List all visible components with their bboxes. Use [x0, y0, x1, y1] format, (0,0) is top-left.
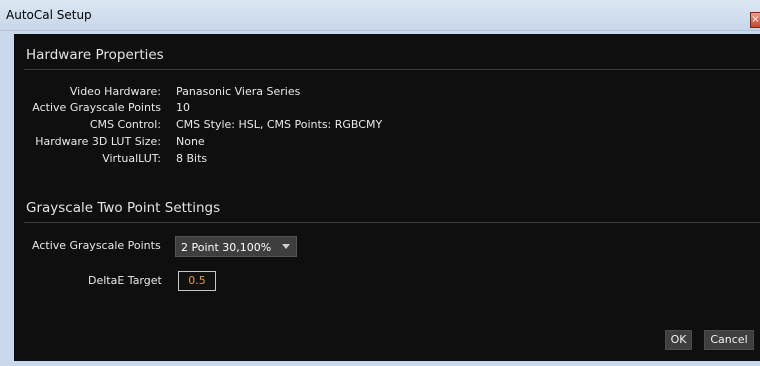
property-label: CMS Control: — [89, 118, 161, 131]
hardware-properties-heading: Hardware Properties — [26, 47, 164, 63]
property-value: 10 — [176, 101, 190, 114]
title-bar[interactable]: AutoCal Setup × — [0, 0, 760, 31]
hardware-divider — [24, 69, 760, 70]
deltae-target-input[interactable]: 0.5 — [178, 271, 216, 291]
property-value: CMS Style: HSL, CMS Points: RGBCMY — [176, 118, 383, 131]
ok-button[interactable]: OK — [665, 330, 692, 350]
deltae-target-label: DeltaE Target — [88, 274, 162, 287]
property-label: Hardware 3D LUT Size: — [35, 135, 161, 148]
property-row-cms-control: CMS Control: CMS Style: HSL, CMS Points:… — [14, 118, 534, 134]
active-grayscale-points-select[interactable]: 2 Point 30,100% — [175, 236, 297, 257]
property-row-active-grayscale-points: Active Grayscale Points 10 — [14, 101, 534, 117]
property-label: VirtualLUT: — [102, 152, 161, 165]
property-label: Active Grayscale Points — [32, 101, 161, 114]
active-grayscale-points-label: Active Grayscale Points — [32, 239, 161, 252]
autocal-setup-window: AutoCal Setup × Hardware Properties Vide… — [0, 0, 760, 366]
property-value: None — [176, 135, 205, 148]
property-row-virtuallut: VirtualLUT: 8 Bits — [14, 152, 534, 168]
window-title: AutoCal Setup — [6, 8, 92, 22]
property-row-video-hardware: Video Hardware: Panasonic Viera Series — [14, 85, 534, 101]
cancel-button[interactable]: Cancel — [704, 330, 754, 350]
property-label: Video Hardware: — [69, 85, 161, 98]
property-value: 8 Bits — [176, 152, 208, 165]
chevron-down-icon — [282, 244, 290, 249]
grayscale-divider — [24, 222, 760, 223]
property-row-3d-lut-size: Hardware 3D LUT Size: None — [14, 135, 534, 151]
property-value: Panasonic Viera Series — [176, 85, 301, 98]
select-value: 2 Point 30,100% — [181, 241, 272, 254]
close-icon[interactable]: × — [750, 12, 760, 28]
grayscale-settings-heading: Grayscale Two Point Settings — [26, 200, 221, 216]
dialog-panel: Hardware Properties Video Hardware: Pana… — [14, 34, 760, 361]
